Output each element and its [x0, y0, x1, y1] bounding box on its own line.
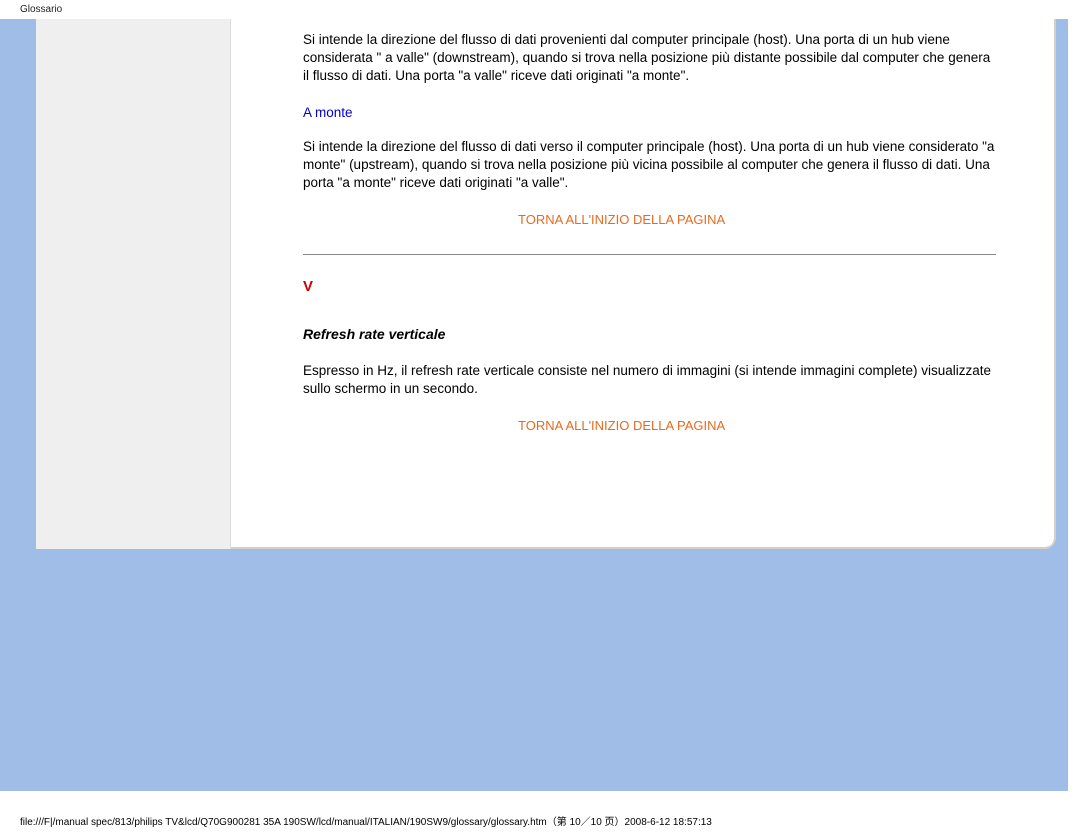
- left-sidebar: [36, 19, 231, 549]
- refresh-rate-heading: Refresh rate verticale: [303, 325, 996, 344]
- content-panel: Si intende la direzione del flusso di da…: [36, 19, 1056, 549]
- page-header-label: Glossario: [0, 0, 1080, 19]
- page-background: Si intende la direzione del flusso di da…: [0, 19, 1068, 791]
- back-to-top-link-2[interactable]: TORNA ALL'INIZIO DELLA PAGINA: [303, 417, 996, 435]
- section-divider: [303, 254, 996, 255]
- blue-fill: [24, 549, 1068, 779]
- a-monte-definition: Si intende la direzione del flusso di da…: [303, 138, 996, 193]
- back-to-top-link-1[interactable]: TORNA ALL'INIZIO DELLA PAGINA: [303, 211, 996, 229]
- main-content: Si intende la direzione del flusso di da…: [231, 19, 1056, 474]
- footer-file-path: file:///F|/manual spec/813/philips TV&lc…: [20, 813, 712, 828]
- a-valle-definition: Si intende la direzione del flusso di da…: [303, 31, 996, 86]
- section-letter-v: V: [303, 277, 996, 297]
- a-monte-term: A monte: [303, 104, 996, 122]
- refresh-rate-definition: Espresso in Hz, il refresh rate vertical…: [303, 362, 996, 398]
